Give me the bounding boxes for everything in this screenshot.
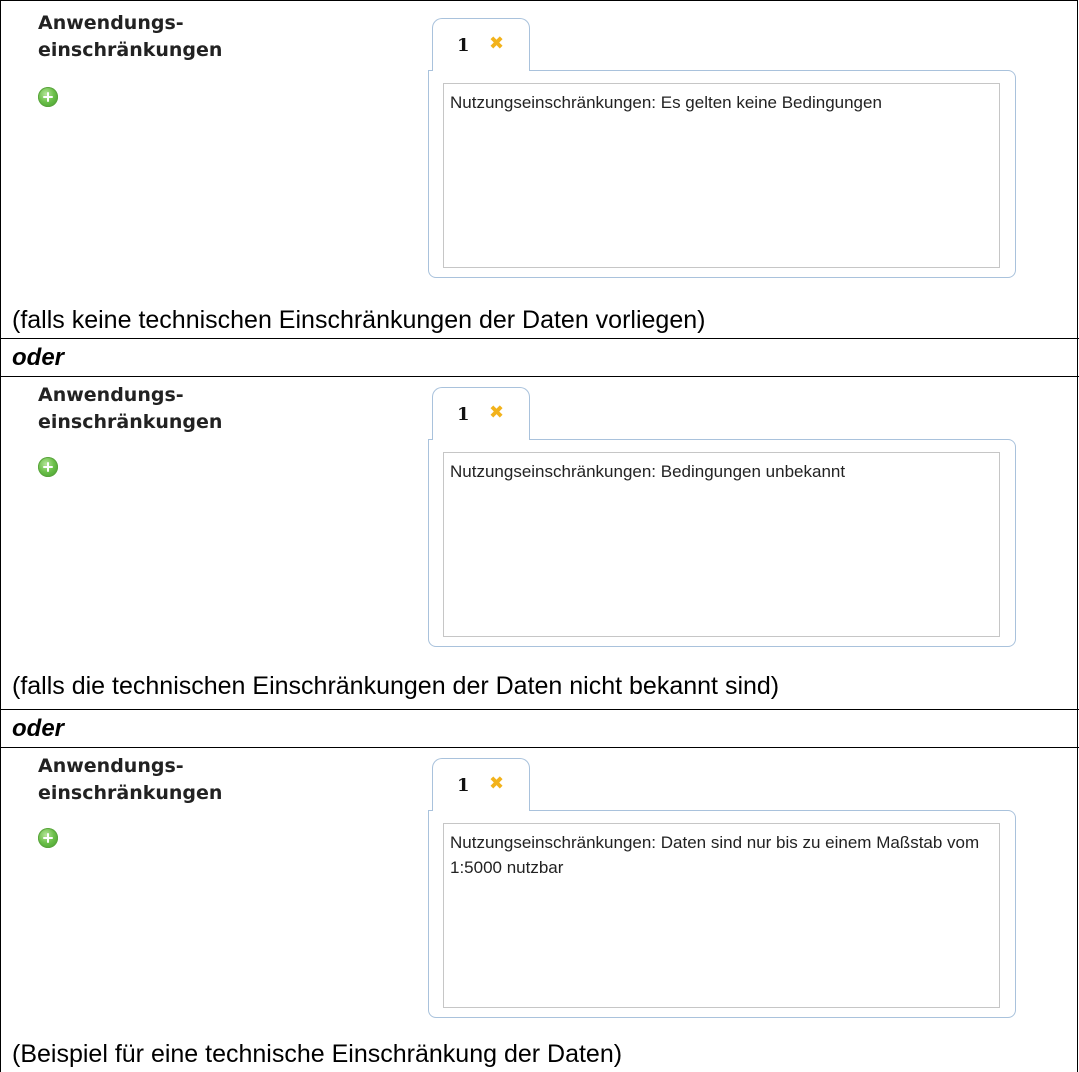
tab-1[interactable]: 1 ✖ <box>432 387 530 440</box>
field-label: Anwendungs- einschränkungen <box>38 382 222 436</box>
plus-circle-icon[interactable] <box>38 87 58 107</box>
field-label-line2: einschränkungen <box>38 39 223 61</box>
tab-1[interactable]: 1 ✖ <box>432 18 530 71</box>
section-2: Anwendungs- einschränkungen 1 ✖ Nutzungs… <box>0 377 1079 708</box>
field-label-line2: einschränkungen <box>38 411 223 433</box>
caption: (falls keine technischen Einschränkungen… <box>12 306 706 334</box>
row-divider <box>0 338 1079 339</box>
restriction-textarea[interactable]: Nutzungseinschränkungen: Es gelten keine… <box>443 83 1000 268</box>
separator-oder: oder <box>12 344 65 371</box>
section-3: Anwendungs- einschränkungen 1 ✖ Nutzungs… <box>0 748 1079 1072</box>
panel-body: Nutzungseinschränkungen: Es gelten keine… <box>428 70 1016 278</box>
field-label-line1: Anwendungs- <box>38 755 184 777</box>
tab-panel: 1 ✖ Nutzungseinschränkungen: Daten sind … <box>428 758 1016 1018</box>
section-1: Anwendungs- einschränkungen 1 ✖ Nutzungs… <box>0 0 1079 338</box>
tab-label: 1 <box>457 775 470 796</box>
restriction-textarea[interactable]: Nutzungseinschränkungen: Daten sind nur … <box>443 823 1000 1008</box>
field-label: Anwendungs- einschränkungen <box>38 753 222 807</box>
plus-circle-icon[interactable] <box>38 828 58 848</box>
close-x-icon[interactable]: ✖ <box>489 773 504 794</box>
close-x-icon[interactable]: ✖ <box>489 33 504 54</box>
field-label: Anwendungs- einschränkungen <box>38 10 222 64</box>
tab-panel: 1 ✖ Nutzungseinschränkungen: Es gelten k… <box>428 18 1016 278</box>
separator-oder: oder <box>12 715 65 742</box>
tab-label: 1 <box>457 404 470 425</box>
field-label-line1: Anwendungs- <box>38 384 184 406</box>
caption: (falls die technischen Einschränkungen d… <box>12 672 780 700</box>
panel-body: Nutzungseinschränkungen: Bedingungen unb… <box>428 439 1016 647</box>
field-label-line1: Anwendungs- <box>38 12 184 34</box>
tab-panel: 1 ✖ Nutzungseinschränkungen: Bedingungen… <box>428 387 1016 647</box>
plus-circle-icon[interactable] <box>38 457 58 477</box>
caption: (Beispiel für eine technische Einschränk… <box>12 1040 623 1068</box>
restriction-textarea[interactable]: Nutzungseinschränkungen: Bedingungen unb… <box>443 452 1000 637</box>
tab-label: 1 <box>457 35 470 56</box>
tab-1[interactable]: 1 ✖ <box>432 758 530 811</box>
panel-body: Nutzungseinschränkungen: Daten sind nur … <box>428 810 1016 1018</box>
row-divider <box>0 709 1079 710</box>
field-label-line2: einschränkungen <box>38 782 223 804</box>
close-x-icon[interactable]: ✖ <box>489 402 504 423</box>
